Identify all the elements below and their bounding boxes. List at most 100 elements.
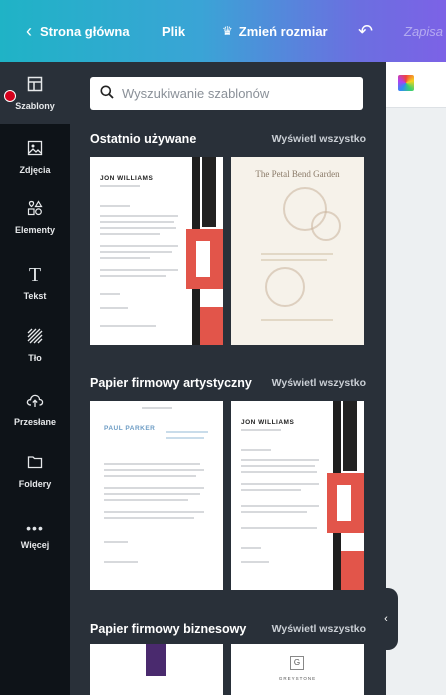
template-name-text: JON WILLIAMS	[100, 175, 154, 182]
section-header-recent: Ostatnio używane Wyświetl wszystko	[90, 132, 366, 146]
text-line	[100, 325, 156, 327]
search-input[interactable]	[122, 86, 332, 101]
text-line	[100, 275, 166, 277]
text-icon: T	[28, 264, 42, 286]
rail-label: Zdjęcia	[19, 165, 51, 175]
text-line	[100, 257, 150, 259]
template-name-text: GREYSTONE	[278, 676, 317, 681]
text-line	[261, 259, 327, 261]
text-line	[100, 221, 174, 223]
rail-item-more[interactable]: ••• Więcej	[0, 520, 70, 550]
text-line	[100, 307, 128, 309]
decor-bar	[200, 307, 223, 345]
text-line	[100, 245, 178, 247]
rail-label: Foldery	[18, 479, 52, 489]
text-line	[104, 499, 188, 501]
top-bar: ‹ Strona główna Plik ♛ Zmień rozmiar ↶ Z…	[0, 0, 446, 62]
template-thumbnail-jon-williams-artistic[interactable]: JON WILLIAMS	[231, 401, 364, 590]
rail-label: Przesłane	[13, 417, 57, 427]
rail-label: Tekst	[23, 291, 47, 301]
section-header-artistic: Papier firmowy artystyczny Wyświetl wszy…	[90, 376, 366, 390]
text-line	[241, 511, 307, 513]
greystone-logo-icon: G	[290, 656, 304, 670]
home-button[interactable]: ‹ Strona główna	[26, 0, 130, 62]
section-title: Papier firmowy biznesowy	[90, 622, 247, 636]
templates-panel: Ostatnio używane Wyświetl wszystko JON W…	[70, 62, 386, 695]
color-picker-icon[interactable]	[398, 75, 414, 91]
decor-bar	[202, 157, 216, 227]
view-all-link[interactable]: Wyświetl wszystko	[272, 133, 366, 145]
background-pattern-icon	[0, 328, 70, 349]
upload-cloud-icon	[0, 392, 70, 413]
home-label: Strona główna	[40, 23, 130, 39]
view-all-link[interactable]: Wyświetl wszystko	[272, 377, 366, 389]
decor-bar	[343, 401, 357, 471]
text-line	[100, 269, 178, 271]
text-line	[241, 483, 319, 485]
rail-item-elements[interactable]: Elementy	[0, 200, 70, 235]
template-thumbnail-greystone[interactable]: G GREYSTONE	[231, 644, 364, 695]
template-background	[231, 157, 364, 345]
save-button[interactable]: Zapisa	[404, 0, 443, 62]
flower-illustration	[265, 267, 305, 307]
template-thumbnail-business-purple[interactable]	[90, 644, 223, 695]
text-line	[261, 319, 333, 321]
text-line	[241, 459, 319, 461]
template-search[interactable]	[90, 77, 363, 110]
text-line	[241, 471, 317, 473]
text-line	[241, 527, 317, 529]
text-line	[104, 487, 204, 489]
rail-label: Elementy	[14, 225, 56, 235]
text-line	[100, 205, 130, 207]
section-header-business: Papier firmowy biznesowy Wyświetl wszyst…	[90, 622, 366, 636]
text-line	[104, 475, 196, 477]
file-menu-button[interactable]: Plik	[162, 0, 185, 62]
template-name-text: JON WILLIAMS	[241, 419, 295, 426]
chevron-left-icon: ‹	[26, 20, 32, 41]
rail-label: Szablony	[15, 101, 55, 111]
rail-item-folders[interactable]: Foldery	[0, 454, 70, 489]
editor-toolbar	[386, 62, 446, 108]
image-icon	[0, 140, 70, 161]
text-line	[100, 251, 172, 253]
template-thumbnail-jon-williams[interactable]: JON WILLIAMS	[90, 157, 223, 345]
resize-button[interactable]: ♛ Zmień rozmiar	[222, 0, 328, 62]
resize-label: Zmień rozmiar	[238, 23, 328, 39]
text-line	[104, 541, 128, 543]
text-line	[241, 465, 315, 467]
template-name-text: PAUL PARKER	[104, 425, 156, 432]
rail-item-photos[interactable]: Zdjęcia	[0, 140, 70, 175]
text-line	[241, 429, 281, 431]
section-title: Papier firmowy artystyczny	[90, 376, 252, 390]
view-all-link[interactable]: Wyświetl wszystko	[272, 623, 366, 635]
text-line	[104, 561, 138, 563]
more-dots-icon: •••	[26, 520, 44, 536]
section-title: Ostatnio używane	[90, 132, 197, 146]
template-thumbnail-petal-garden[interactable]: The Petal Bend Garden	[231, 157, 364, 345]
rail-label: Więcej	[20, 540, 50, 550]
text-line	[104, 469, 204, 471]
collapse-panel-button[interactable]: ‹	[374, 588, 398, 650]
text-line	[241, 449, 271, 451]
text-line	[100, 215, 178, 217]
text-line	[241, 547, 261, 549]
decor-bar	[196, 241, 210, 277]
text-line	[104, 511, 204, 513]
text-line	[104, 463, 200, 465]
rail-item-background[interactable]: Tło	[0, 328, 70, 363]
text-line	[100, 233, 160, 235]
undo-button[interactable]: ↶	[358, 0, 373, 62]
text-line	[100, 185, 140, 187]
text-line	[142, 407, 172, 409]
rail-item-text[interactable]: T Tekst	[0, 264, 70, 301]
chevron-left-icon: ‹	[384, 613, 388, 625]
text-line	[166, 437, 204, 439]
decor-bar	[341, 551, 364, 590]
search-icon	[100, 85, 114, 103]
notification-dot	[4, 90, 16, 102]
text-line	[104, 493, 200, 495]
rail-item-uploads[interactable]: Przesłane	[0, 392, 70, 427]
shapes-icon	[0, 200, 70, 221]
flower-illustration	[311, 211, 341, 241]
template-thumbnail-paul-parker[interactable]: PAUL PARKER	[90, 401, 223, 590]
